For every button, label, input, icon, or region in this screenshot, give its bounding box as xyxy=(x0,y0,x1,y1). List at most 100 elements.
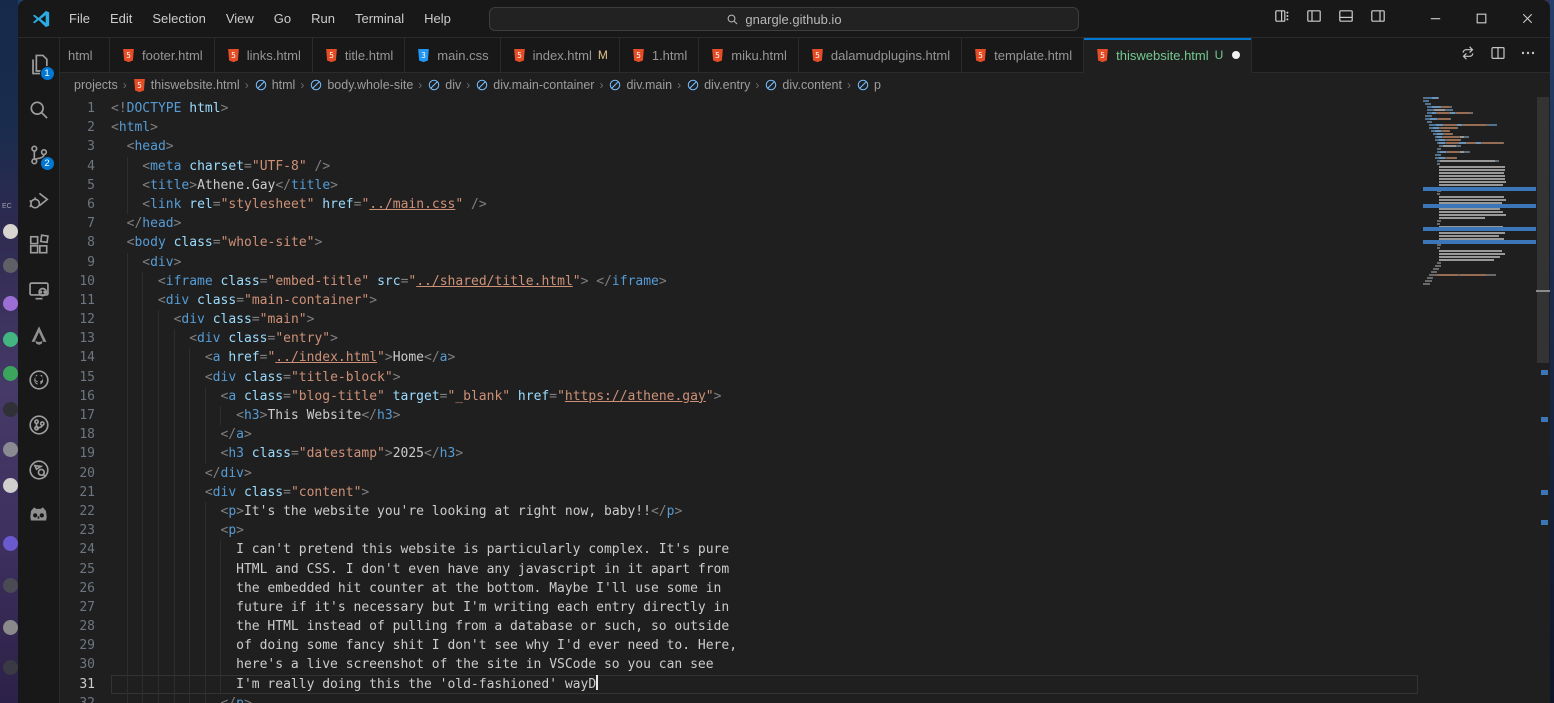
code-line-content[interactable]: <!DOCTYPE html> xyxy=(111,99,1418,118)
breadcrumb-item-div.main[interactable]: div.main xyxy=(608,78,672,92)
code-line-content[interactable]: <div class="content"> xyxy=(111,483,1418,502)
code-line-content[interactable]: the embedded hit counter at the bottom. … xyxy=(111,579,1418,598)
code-line-content[interactable]: <div> xyxy=(111,253,1418,272)
tab-main.css[interactable]: 3main.css xyxy=(405,38,500,72)
code-line-content[interactable]: I'm really doing this the 'old-fashioned… xyxy=(111,675,1418,694)
tab-1.html[interactable]: 51.html xyxy=(620,38,699,72)
activity-gitlens-inspect[interactable] xyxy=(18,447,60,492)
code-line-content[interactable]: <div class="title-block"> xyxy=(111,368,1418,387)
split-editor-button[interactable] xyxy=(1490,45,1506,66)
line-number-3: 3 xyxy=(60,137,95,156)
toggle-secondary-sidebar-button[interactable] xyxy=(1370,8,1386,29)
breadcrumb-item-p[interactable]: p xyxy=(856,78,881,92)
menu-view[interactable]: View xyxy=(217,7,263,30)
minimap-highlight xyxy=(1423,240,1536,244)
close-icon xyxy=(1520,11,1535,26)
tab-html[interactable]: html xyxy=(60,38,110,72)
maximize-button[interactable] xyxy=(1458,0,1504,38)
code-area[interactable]: 1<!DOCTYPE html>2<html>3<head>4<meta cha… xyxy=(60,97,1550,703)
menu-edit[interactable]: Edit xyxy=(101,7,141,30)
tab-title.html[interactable]: 5 title.html xyxy=(313,38,405,72)
code-line-content[interactable]: the HTML instead of pulling from a datab… xyxy=(111,617,1418,636)
command-center[interactable]: gnargle.github.io xyxy=(489,7,1079,31)
breadcrumb-item-div.content[interactable]: div.content xyxy=(764,78,842,92)
activity-search[interactable] xyxy=(18,87,60,132)
activity-remote-explorer[interactable] xyxy=(18,267,60,312)
open-changes-button[interactable] xyxy=(1460,45,1476,66)
code-line-content[interactable]: </head> xyxy=(111,214,1418,233)
code-line-content[interactable]: <body class="whole-site"> xyxy=(111,233,1418,252)
code-line-content[interactable]: <html> xyxy=(111,118,1418,137)
activity-github[interactable] xyxy=(18,357,60,402)
line-number-23: 23 xyxy=(60,521,95,540)
code-line-content[interactable]: <p>It's the website you're looking at ri… xyxy=(111,502,1418,521)
breadcrumb-item-projects[interactable]: projects xyxy=(74,78,118,92)
code-line-content[interactable]: here's a live screenshot of the site in … xyxy=(111,655,1418,674)
code-line-content[interactable]: </p> xyxy=(111,694,1418,703)
toggle-panel-button[interactable] xyxy=(1338,8,1354,29)
code-line-content[interactable]: <h3>This Website</h3> xyxy=(111,406,1418,425)
svg-text:5: 5 xyxy=(126,50,131,59)
activity-gitlens[interactable] xyxy=(18,402,60,447)
activity-run-debug[interactable] xyxy=(18,177,60,222)
code-line-content[interactable]: I can't pretend this website is particul… xyxy=(111,540,1418,559)
code-line-content[interactable]: <link rel="stylesheet" href="../main.css… xyxy=(111,195,1418,214)
customize-layout-button[interactable] xyxy=(1274,8,1290,29)
code-line-content[interactable]: of doing some fancy shit I don't see why… xyxy=(111,636,1418,655)
code-line-content[interactable]: <head> xyxy=(111,137,1418,156)
godot-tools-icon xyxy=(27,503,50,526)
code-line-29: 29of doing some fancy shit I don't see w… xyxy=(60,636,1550,655)
menu-selection[interactable]: Selection xyxy=(143,7,214,30)
close-button[interactable] xyxy=(1504,0,1550,38)
toggle-primary-sidebar-button[interactable] xyxy=(1306,8,1322,29)
code-line-content[interactable]: <a href="../index.html">Home</a> xyxy=(111,348,1418,367)
tab-links.html[interactable]: 5links.html xyxy=(215,38,313,72)
tab-label: title.html xyxy=(345,48,393,63)
tab-miku.html[interactable]: 5miku.html xyxy=(699,38,799,72)
activity-godot-tools[interactable] xyxy=(18,492,60,537)
breadcrumb-item-div.main-container[interactable]: div.main-container xyxy=(475,78,594,92)
activity-explorer[interactable]: 1 xyxy=(18,42,60,87)
breadcrumb-item-html[interactable]: html xyxy=(254,78,296,92)
minimap[interactable] xyxy=(1423,97,1536,703)
code-line-content[interactable]: <p> xyxy=(111,521,1418,540)
more-actions-button[interactable] xyxy=(1520,45,1536,66)
code-line-content[interactable]: <div class="main"> xyxy=(111,310,1418,329)
code-line-content[interactable]: <title>Athene.Gay</title> xyxy=(111,176,1418,195)
menu-terminal[interactable]: Terminal xyxy=(346,7,413,30)
code-line-content[interactable]: <iframe class="embed-title" src="../shar… xyxy=(111,272,1418,291)
code-line-content[interactable]: <div class="main-container"> xyxy=(111,291,1418,310)
activity-source-control[interactable]: 2 xyxy=(18,132,60,177)
tab-footer.html[interactable]: 5footer.html xyxy=(110,38,215,72)
titlebar-right xyxy=(1274,0,1550,38)
tab-thiswebsite.html[interactable]: 5thiswebsite.htmlU xyxy=(1084,38,1252,73)
menu-help[interactable]: Help xyxy=(415,7,460,30)
menu-run[interactable]: Run xyxy=(302,7,344,30)
breadcrumb-item-div[interactable]: div xyxy=(427,78,461,92)
menu-go[interactable]: Go xyxy=(265,7,300,30)
code-line-content[interactable]: </a> xyxy=(111,425,1418,444)
code-line-content[interactable]: <a class="blog-title" target="_blank" hr… xyxy=(111,387,1418,406)
tab-template.html[interactable]: 5template.html xyxy=(962,38,1084,72)
minimize-button[interactable] xyxy=(1412,0,1458,38)
activity-astro[interactable] xyxy=(18,312,60,357)
code-line-content[interactable]: <div class="entry"> xyxy=(111,329,1418,348)
symbol-icon xyxy=(427,78,441,92)
code-line-content[interactable]: HTML and CSS. I don't even have any java… xyxy=(111,560,1418,579)
code-line-content[interactable]: future if it's necessary but I'm writing… xyxy=(111,598,1418,617)
svg-text:5: 5 xyxy=(978,50,983,59)
breadcrumb-item-thiswebsite.html[interactable]: 5thiswebsite.html xyxy=(132,78,240,93)
code-line-content[interactable]: <meta charset="UTF-8" /> xyxy=(111,157,1418,176)
html-file-icon: 5 xyxy=(324,48,339,63)
code-line-content[interactable]: <h3 class="datestamp">2025</h3> xyxy=(111,444,1418,463)
scrollbar-thumb[interactable] xyxy=(1537,97,1549,363)
breadcrumb-item-div.entry[interactable]: div.entry xyxy=(686,78,750,92)
breadcrumb-item-body.whole-site[interactable]: body.whole-site xyxy=(309,78,413,92)
menu-file[interactable]: File xyxy=(60,7,99,30)
tab-dalamudplugins.html[interactable]: 5dalamudplugins.html xyxy=(799,38,962,72)
split-editor-icon xyxy=(1490,45,1506,61)
tab-index.html[interactable]: 5index.htmlM xyxy=(501,38,620,72)
scrollbar[interactable] xyxy=(1536,97,1550,703)
activity-extensions[interactable] xyxy=(18,222,60,267)
code-line-content[interactable]: </div> xyxy=(111,464,1418,483)
